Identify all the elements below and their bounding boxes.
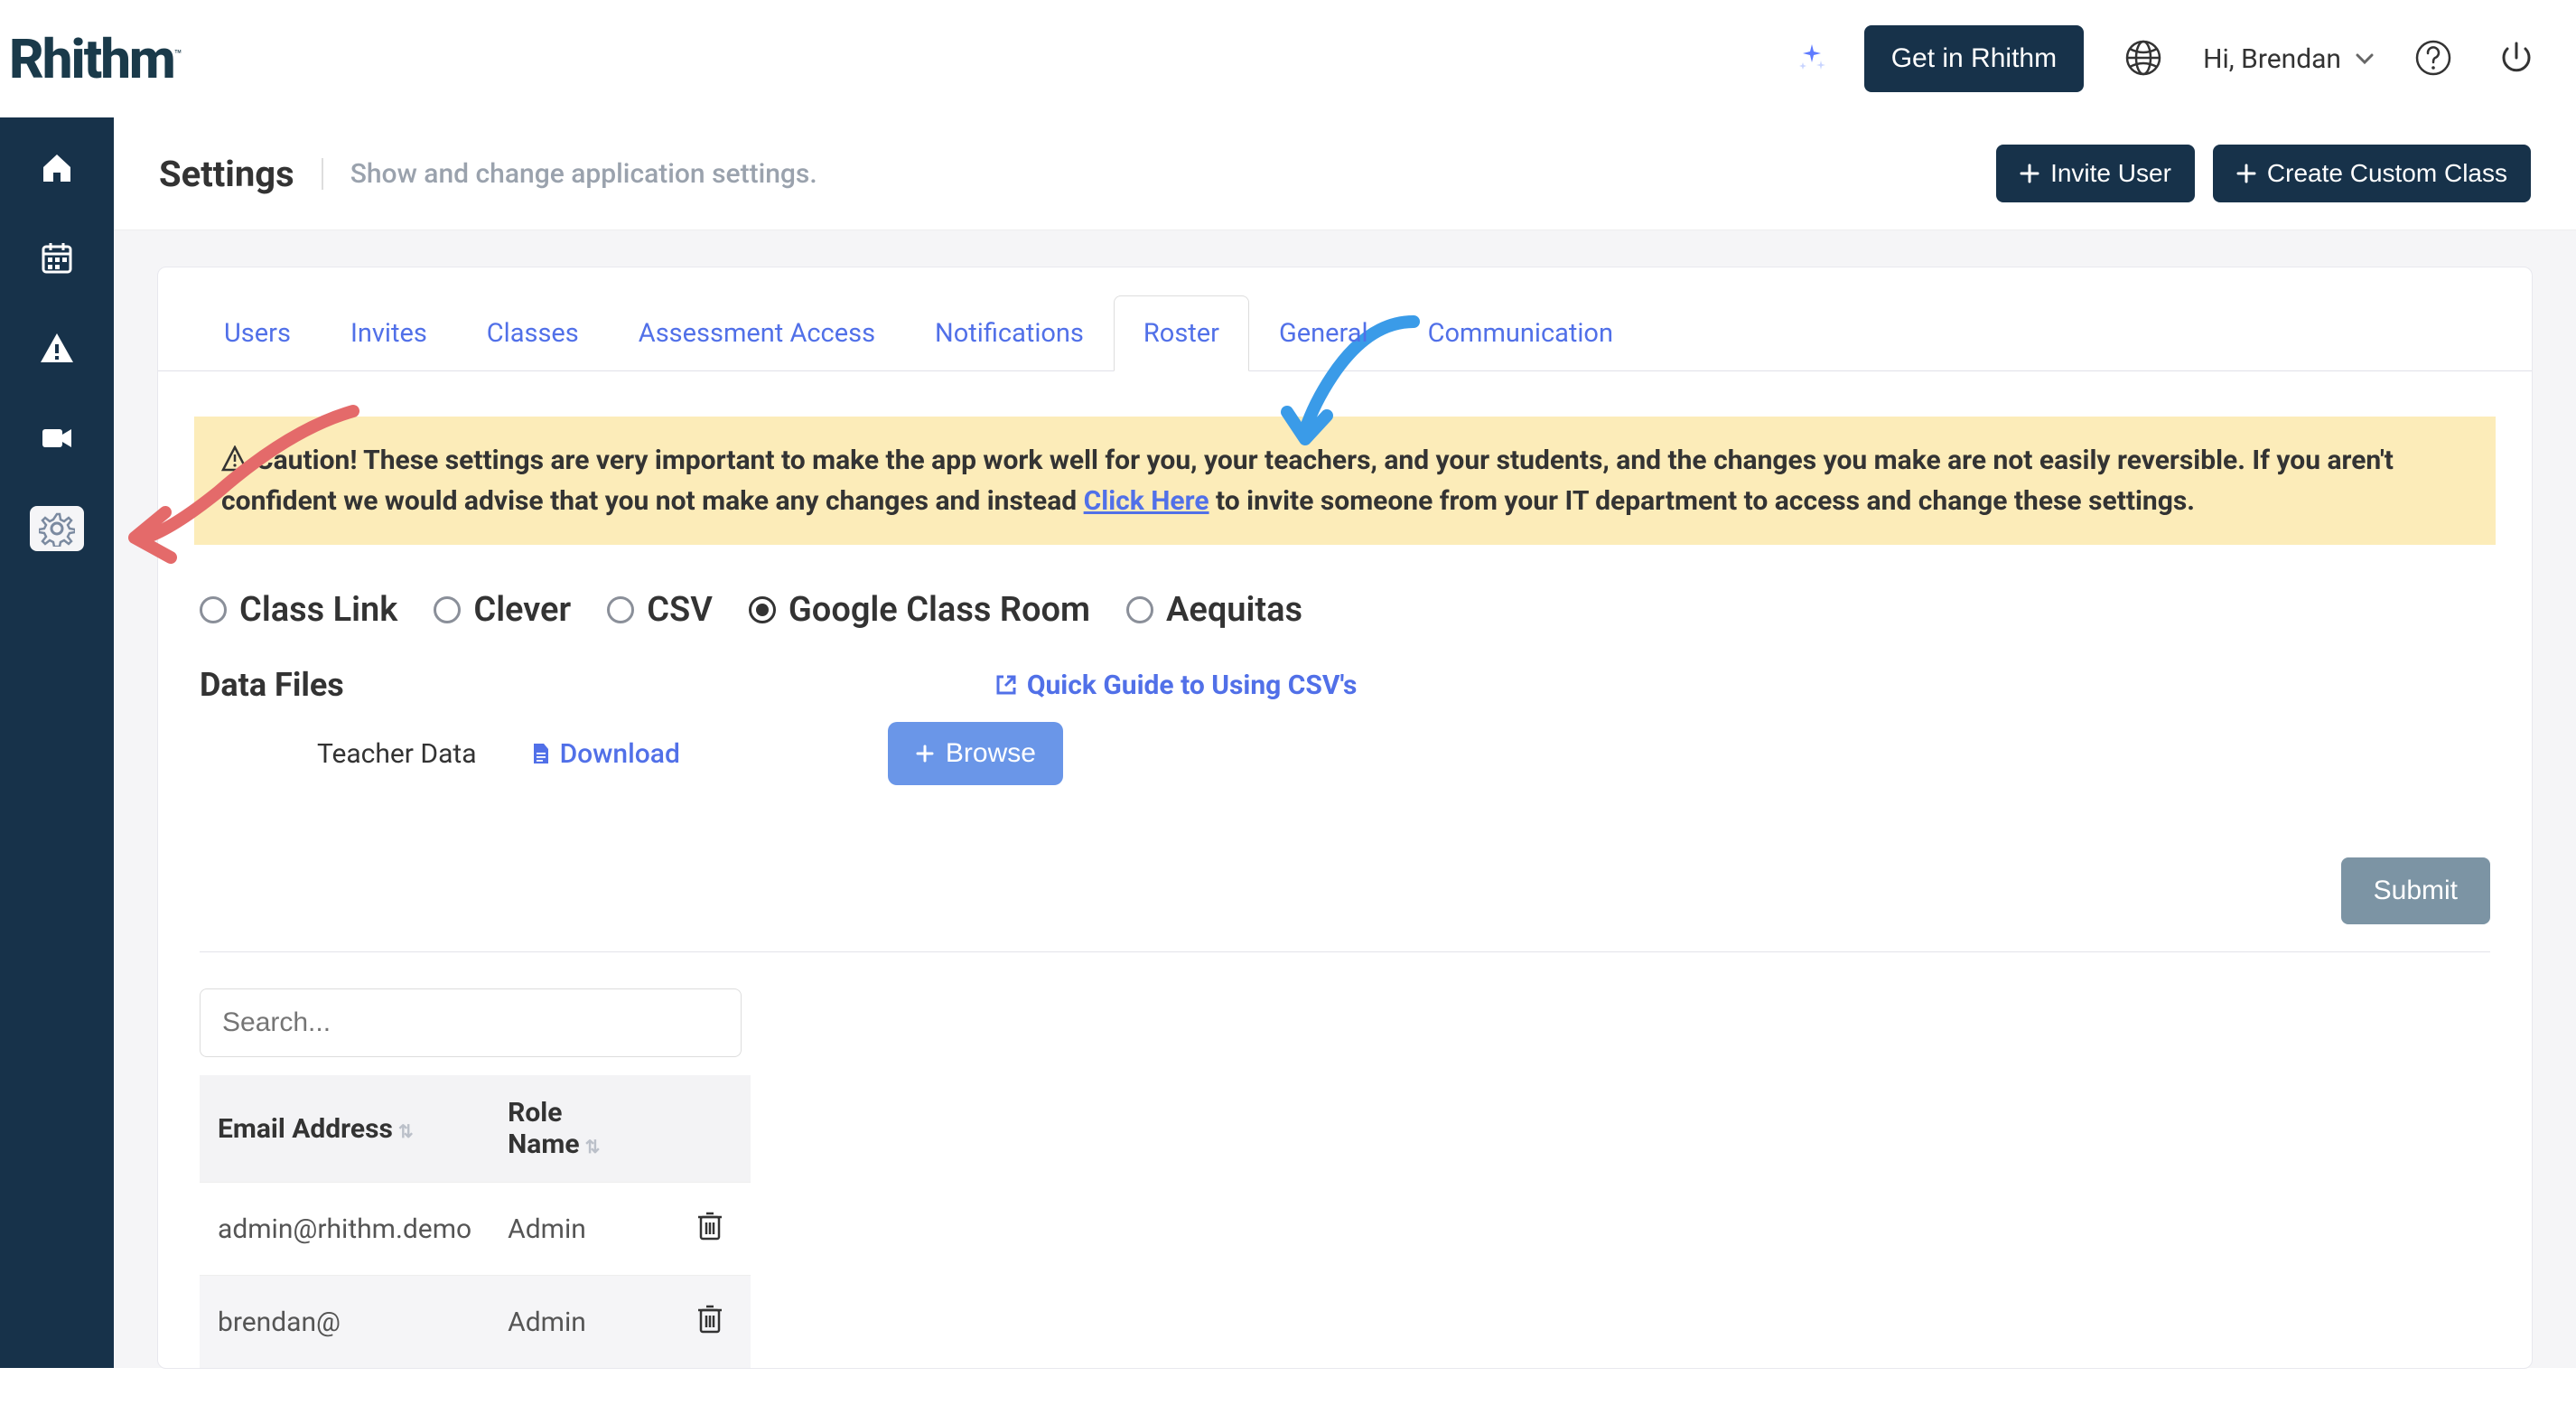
nav-video[interactable] — [30, 416, 84, 461]
download-label: Download — [560, 738, 680, 770]
user-greeting[interactable]: Hi, Brendan — [2203, 43, 2374, 75]
table-row: brendan@ Admin — [200, 1276, 751, 1369]
plus-icon — [2236, 164, 2256, 183]
trash-icon — [696, 1303, 723, 1334]
page-header: Settings Show and change application set… — [114, 117, 2576, 230]
radio-google-classroom[interactable]: Google Class Room — [749, 590, 1090, 630]
col-email-label: Email Address — [218, 1113, 393, 1145]
globe-icon[interactable] — [2120, 34, 2167, 84]
create-custom-class-button[interactable]: Create Custom Class — [2213, 145, 2531, 202]
cell-email: brendan@ — [200, 1276, 490, 1369]
power-icon[interactable] — [2493, 34, 2540, 84]
page-title: Settings — [159, 153, 294, 195]
logo-tm: ™ — [174, 48, 181, 62]
settings-panel: Users Invites Classes Assessment Access … — [157, 267, 2533, 1369]
nav-alerts[interactable] — [30, 325, 84, 370]
caution-alert: Caution! These settings are very importa… — [194, 417, 2496, 545]
radio-class-link[interactable]: Class Link — [200, 590, 397, 630]
tab-invites[interactable]: Invites — [321, 295, 457, 371]
video-icon — [39, 420, 75, 456]
quick-guide-link[interactable]: Quick Guide to Using CSV's — [994, 670, 1358, 701]
home-icon — [39, 149, 75, 185]
browse-button[interactable]: Browse — [888, 722, 1063, 785]
radio-google-classroom-label: Google Class Room — [789, 590, 1090, 630]
cell-email: admin@rhithm.demo — [200, 1183, 490, 1276]
calendar-icon — [39, 239, 75, 276]
main-content: Settings Show and change application set… — [114, 117, 2576, 1368]
alert-suffix: to invite someone from your IT departmen… — [1209, 485, 2195, 517]
create-class-label: Create Custom Class — [2267, 159, 2507, 188]
cell-role: Admin — [490, 1183, 678, 1276]
chevron-down-icon — [2356, 52, 2374, 65]
data-files-title: Data Files — [200, 666, 344, 704]
quick-guide-label: Quick Guide to Using CSV's — [1027, 670, 1358, 701]
radio-clever[interactable]: Clever — [434, 590, 571, 630]
tab-notifications[interactable]: Notifications — [905, 295, 1114, 371]
teacher-data-label: Teacher Data — [317, 738, 477, 770]
nav-home[interactable] — [30, 145, 84, 190]
radio-clever-label: Clever — [473, 590, 571, 630]
greeting-text: Hi, Brendan — [2203, 43, 2341, 75]
roster-source-options: Class Link Clever CSV Google Class Room … — [158, 572, 2532, 657]
alert-click-here-link[interactable]: Click Here — [1084, 485, 1209, 517]
delete-row-button[interactable] — [696, 1309, 723, 1341]
col-actions — [678, 1075, 751, 1183]
radio-csv-label: CSV — [647, 590, 713, 630]
tab-general[interactable]: General — [1249, 295, 1398, 371]
file-icon — [531, 742, 551, 765]
logo: Rhithm™ — [0, 27, 181, 91]
logo-text: Rhithm — [9, 27, 174, 91]
sort-icon: ⇅ — [585, 1136, 601, 1157]
nav-calendar[interactable] — [30, 235, 84, 280]
get-in-rhithm-button[interactable]: Get in Rhithm — [1864, 25, 2084, 92]
col-email[interactable]: Email Address⇅ — [200, 1075, 490, 1183]
tab-assessment-access[interactable]: Assessment Access — [609, 295, 905, 371]
sparkle-icon[interactable] — [1796, 42, 1828, 75]
help-icon[interactable] — [2410, 34, 2457, 84]
delete-row-button[interactable] — [696, 1216, 723, 1248]
radio-aequitas-label: Aequitas — [1166, 590, 1302, 630]
submit-button[interactable]: Submit — [2341, 857, 2490, 924]
trash-icon — [696, 1210, 723, 1241]
radio-aequitas[interactable]: Aequitas — [1126, 590, 1302, 630]
gear-icon — [39, 510, 75, 547]
external-link-icon — [994, 673, 1018, 697]
download-link[interactable]: Download — [531, 738, 680, 770]
warning-icon — [221, 445, 248, 473]
table-scrollbar[interactable] — [2532, 1193, 2533, 1292]
nav-settings[interactable] — [30, 506, 84, 551]
browse-label: Browse — [946, 738, 1036, 769]
admin-table: Email Address⇅ Role Name⇅ admin@rhithm.d… — [200, 1075, 751, 1368]
search-input[interactable] — [200, 988, 742, 1057]
radio-csv[interactable]: CSV — [607, 590, 713, 630]
radio-class-link-label: Class Link — [239, 590, 397, 630]
side-nav — [0, 117, 114, 1368]
col-role[interactable]: Role Name ⇅ — [490, 1075, 678, 1183]
sort-icon: ⇅ — [398, 1120, 414, 1142]
plus-icon — [2020, 164, 2039, 183]
table-row: admin@rhithm.demo Admin — [200, 1183, 751, 1276]
tab-communication[interactable]: Communication — [1398, 295, 1643, 371]
tab-roster[interactable]: Roster — [1114, 295, 1249, 371]
tab-users[interactable]: Users — [194, 295, 321, 371]
top-header: Rhithm™ Get in Rhithm Hi, Brendan — [0, 0, 2576, 117]
settings-tabs: Users Invites Classes Assessment Access … — [158, 267, 2532, 371]
tab-classes[interactable]: Classes — [457, 295, 609, 371]
page-subtitle: Show and change application settings. — [322, 158, 817, 190]
warning-icon — [39, 330, 75, 366]
invite-user-label: Invite User — [2050, 159, 2171, 188]
invite-user-button[interactable]: Invite User — [1996, 145, 2195, 202]
plus-icon — [915, 744, 935, 763]
cell-role: Admin — [490, 1276, 678, 1369]
col-role-label: Role Name — [508, 1097, 579, 1160]
